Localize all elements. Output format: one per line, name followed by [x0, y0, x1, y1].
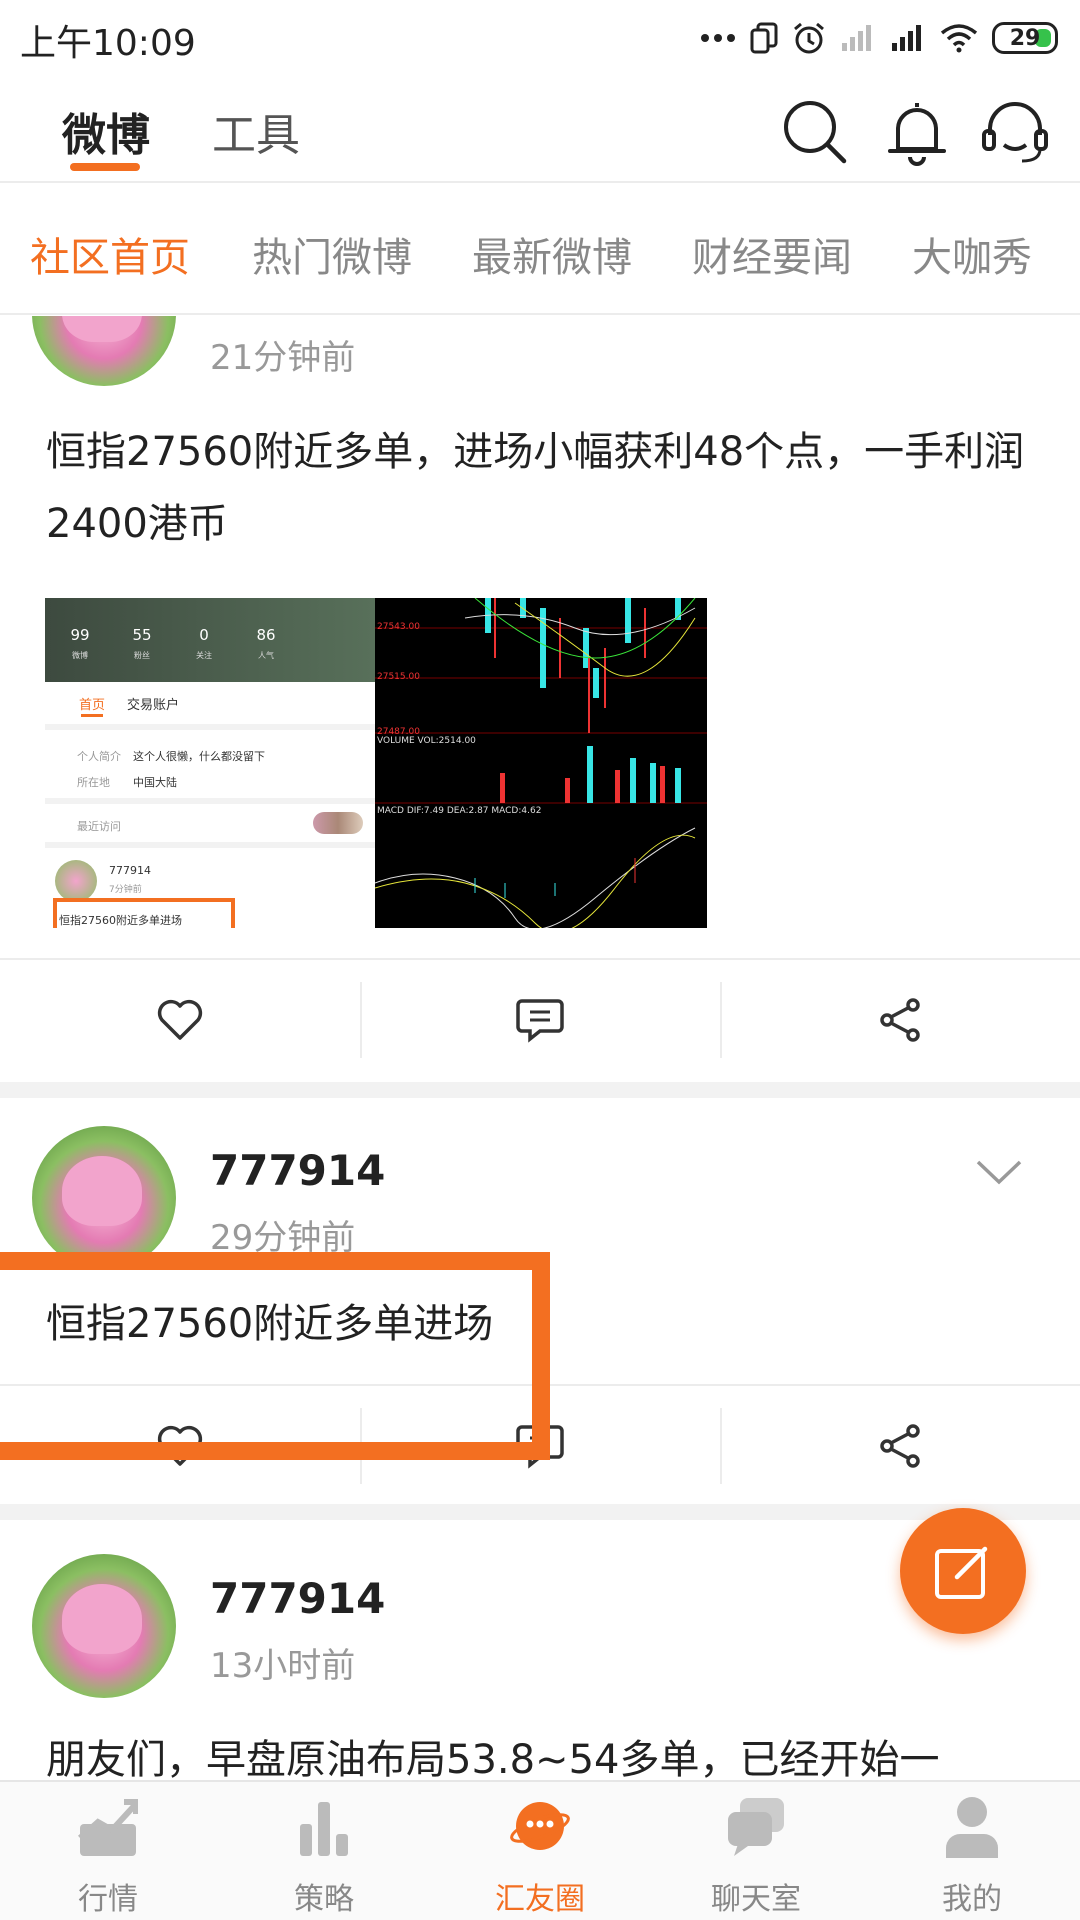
- post-separator: [0, 1082, 1080, 1098]
- bar-chart-icon: [300, 1802, 348, 1856]
- post-text[interactable]: 恒指27560附近多单，进场小幅获利48个点，一手利润2400港币: [46, 416, 1036, 560]
- planet-chat-icon: [510, 1802, 570, 1850]
- kline-chart-graphic: [375, 598, 707, 928]
- signal-icon: [892, 25, 921, 51]
- tab-weibo[interactable]: 微博: [62, 99, 150, 163]
- bottom-nav-market[interactable]: 行情: [0, 1782, 216, 1920]
- like-button[interactable]: [0, 960, 360, 1080]
- chart-price-label: 27543.00: [377, 622, 420, 632]
- image-kline-chart: 27543.00 27515.00 27487.00 VOLUME VOL:25…: [375, 598, 707, 928]
- chart-price-label: 27515.00: [377, 672, 420, 682]
- alarm-icon: [794, 22, 824, 54]
- like-icon: [157, 999, 203, 1040]
- status-bar: 上午10:09 29: [0, 0, 1080, 75]
- bottom-nav-me[interactable]: 我的: [864, 1782, 1080, 1920]
- avatar[interactable]: [32, 1554, 176, 1698]
- bottom-nav-label: 汇友圈: [495, 1882, 585, 1917]
- chat-bubbles-icon: [728, 1798, 784, 1856]
- comment-button[interactable]: [360, 960, 720, 1080]
- action-bar: [0, 958, 1080, 1078]
- bottom-nav-label: 策略: [294, 1882, 354, 1917]
- more-dots-icon: [701, 34, 735, 42]
- image-mini-user: 777914: [109, 864, 151, 877]
- bottom-nav-label: 聊天室: [711, 1882, 801, 1917]
- tab-tools[interactable]: 工具: [212, 99, 300, 163]
- image-stat: 0 关注: [196, 626, 212, 660]
- dual-sim-icon: [750, 22, 778, 54]
- chart-volume-label: VOLUME VOL:2514.00: [377, 736, 476, 746]
- image-intro-label: 个人简介: [77, 750, 121, 763]
- image-profile-screenshot: 99 微博 55 粉丝 0 关注 86 人气 首页 交易账户 个人简介 这个人很懒，什么…: [45, 598, 375, 928]
- bottom-nav-chatroom[interactable]: 聊天室: [648, 1782, 864, 1920]
- image-stat: 99 微博: [70, 626, 90, 660]
- search-icon[interactable]: [780, 97, 850, 167]
- image-stat: 86 人气: [256, 626, 276, 660]
- chevron-down-icon[interactable]: [974, 1158, 1024, 1188]
- top-nav: 微博 工具: [0, 75, 1080, 183]
- user-icon: [946, 1797, 998, 1858]
- compose-button[interactable]: [900, 1508, 1026, 1634]
- post-card[interactable]: 21分钟前 恒指27560附近多单，进场小幅获利48个点，一手利润2400港币 …: [0, 316, 1080, 1079]
- image-profile-header: 99 微博 55 粉丝 0 关注 86 人气: [45, 598, 375, 682]
- category-tabs: 社区首页 热门微博 最新微博 财经要闻 大咖秀: [0, 185, 1080, 315]
- battery-icon: 29: [992, 22, 1058, 54]
- avatar[interactable]: [32, 1126, 176, 1270]
- bottom-nav-label: 行情: [78, 1882, 138, 1917]
- image-location-label: 所在地: [77, 776, 110, 789]
- image-intro-value: 这个人很懒，什么都没留下: [133, 750, 265, 763]
- image-tab-account: 交易账户: [127, 698, 180, 713]
- status-icons: 29: [700, 16, 1058, 60]
- signal-weak-icon: [842, 25, 871, 51]
- chart-macd-label: MACD DIF:7.49 DEA:2.87 MACD:4.62: [377, 806, 542, 816]
- category-tab-stars[interactable]: 大咖秀: [912, 225, 1032, 283]
- category-tab-latest[interactable]: 最新微博: [472, 225, 632, 283]
- image-stat: 55 粉丝: [132, 626, 152, 660]
- bottom-nav-community[interactable]: 汇友圈: [432, 1782, 648, 1920]
- post-time: 21分钟前: [210, 338, 356, 378]
- post-username[interactable]: 777914: [210, 1146, 385, 1195]
- post-time: 13小时前: [210, 1646, 356, 1686]
- share-icon: [880, 998, 920, 1042]
- share-button[interactable]: [720, 960, 1080, 1080]
- headset-icon[interactable]: [980, 97, 1050, 167]
- bottom-nav: 行情 策略 汇友圈 聊天室 我的: [0, 1780, 1080, 1920]
- highlight-annotation: [0, 1252, 550, 1460]
- image-visitors-label: 最近访问: [77, 820, 121, 833]
- image-mini-time: 7分钟前: [109, 885, 142, 895]
- active-tab-indicator: [70, 163, 140, 171]
- share-button[interactable]: [720, 1386, 1080, 1506]
- avatar[interactable]: [32, 316, 176, 386]
- category-tab-hot[interactable]: 热门微博: [252, 225, 412, 283]
- wifi-icon: [940, 24, 978, 53]
- category-tab-finance[interactable]: 财经要闻: [692, 225, 852, 283]
- category-tab-home[interactable]: 社区首页: [30, 225, 190, 283]
- bell-icon[interactable]: [882, 97, 952, 167]
- image-location-value: 中国大陆: [133, 776, 177, 789]
- image-tab-home: 首页: [79, 698, 106, 713]
- battery-level: 29: [1009, 25, 1041, 51]
- chart-line-icon: [78, 1799, 138, 1856]
- status-time: 上午10:09: [20, 23, 196, 64]
- comment-icon: [516, 999, 564, 1043]
- post-separator: [0, 1504, 1080, 1520]
- post-username[interactable]: 777914: [210, 1574, 385, 1623]
- post-text[interactable]: 朋友们，早盘原油布局53.8~54多单，已经开始一: [46, 1724, 1036, 1780]
- post-image[interactable]: 99 微博 55 粉丝 0 关注 86 人气 首页 交易账户 个人简介 这个人很懒，什么…: [45, 598, 707, 928]
- edit-icon: [935, 1546, 988, 1599]
- share-icon: [880, 1424, 920, 1468]
- bottom-nav-label: 我的: [942, 1882, 1002, 1917]
- bottom-nav-strategy[interactable]: 策略: [216, 1782, 432, 1920]
